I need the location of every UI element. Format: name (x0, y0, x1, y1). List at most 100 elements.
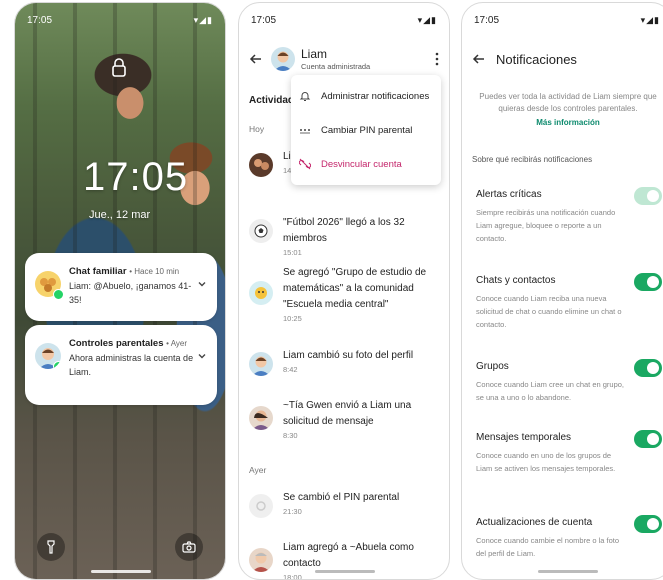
activity-time: 8:42 (283, 365, 298, 374)
activity-item[interactable]: Se agregó "Grupo de estudio de matemátic… (249, 265, 441, 325)
activity-time: 10:25 (283, 314, 302, 323)
day-today: Hoy (249, 124, 265, 134)
notification-text: Ahora administras la cuenta de Liam. (69, 353, 194, 377)
activity-text: ~Tía Gwen envió a Liam una solicitud de … (283, 400, 412, 427)
study-group-emoji-icon (249, 281, 273, 305)
setting-temporary-messages: Mensajes temporales Conoce cuando en uno… (476, 430, 663, 475)
menu-manage-notifications[interactable]: Administrar notificaciones (291, 79, 441, 113)
status-time: 17:05 (251, 15, 277, 26)
account-updates-toggle[interactable] (634, 515, 662, 533)
learn-more-link[interactable]: Más información (472, 117, 663, 129)
app-bar: Notificaciones (462, 41, 663, 77)
status-icons: ▾◢▮ (417, 15, 437, 25)
notification-family-chat[interactable]: Chat familiar • Hace 10 min Liam: @Abuel… (25, 253, 217, 321)
groups-toggle[interactable] (634, 359, 662, 377)
setting-description: Conoce cuando cambie el nombre o la foto… (476, 536, 620, 558)
menu-label: Administrar notificaciones (321, 90, 430, 102)
status-time: 17:05 (474, 15, 500, 26)
lockscreen-phone: 17:05 ▾◢▮ 17:05 Jue., 12 mar Chat famili… (14, 2, 226, 580)
settings-subheading: Sobre qué recibirás notificaciones (472, 155, 593, 164)
setting-chats-contacts: Chats y contactos Conoce cuando Liam rec… (476, 273, 663, 331)
more-options-icon[interactable] (435, 52, 439, 66)
activity-item[interactable]: "Fútbol 2026" llegó a los 32 miembros 15:… (249, 215, 441, 259)
intro-text: Puedes ver toda la actividad de Liam sie… (472, 91, 663, 129)
activity-time: 21:30 (283, 507, 302, 516)
activity-item[interactable]: Liam cambió su foto del perfil 8:42 (249, 348, 441, 376)
notification-text: Liam: @Abuelo, ¡ganamos 41-35! (69, 281, 192, 305)
status-bar: 17:05 ▾◢▮ (474, 15, 660, 26)
contact-name: Liam (301, 47, 328, 61)
setting-description: Siempre recibirás una notificación cuand… (476, 208, 616, 243)
settings-phone: 17:05 ▾◢▮ Notificaciones Puedes ver toda… (461, 2, 663, 580)
activity-text: Liam cambió su foto del perfil (283, 350, 414, 361)
setting-account-updates: Actualizaciones de cuenta Conoce cuando … (476, 515, 663, 560)
notification-title: Controles parentales (69, 338, 164, 349)
avatar-face-icon (274, 51, 292, 71)
activity-item[interactable]: Se cambió el PIN parental 21:30 (249, 490, 441, 518)
chevron-down-icon[interactable] (197, 279, 207, 289)
overflow-menu: Administrar notificaciones Cambiar PIN p… (291, 75, 441, 185)
status-icons: ▾◢▮ (193, 15, 213, 25)
status-icons: ▾◢▮ (640, 15, 660, 25)
unlink-icon (299, 158, 311, 170)
activity-time: 15:01 (283, 248, 302, 257)
home-indicator[interactable] (315, 570, 375, 573)
lock-date: Jue., 12 mar (89, 209, 151, 221)
chevron-down-icon[interactable] (197, 351, 207, 361)
back-arrow-icon[interactable] (472, 52, 486, 66)
activity-text: Se agregó "Grupo de estudio de matemátic… (283, 267, 427, 310)
home-indicator[interactable] (538, 570, 598, 573)
menu-unlink-account[interactable]: Desvincular cuenta (291, 147, 441, 181)
soccer-ball-icon (249, 219, 273, 243)
camera-button[interactable] (175, 533, 203, 561)
bell-icon (299, 92, 311, 101)
critical-alerts-toggle (634, 187, 662, 205)
whatsapp-badge-icon (53, 289, 64, 300)
notification-parental-controls[interactable]: Controles parentales • Ayer Ahora admini… (25, 325, 217, 405)
back-arrow-icon[interactable] (249, 52, 263, 66)
lock-time: 17:05 (83, 155, 189, 199)
app-bar: Liam Cuenta administrada (239, 41, 449, 77)
setting-critical-alerts: Alertas críticas Siempre recibirás una n… (476, 187, 663, 245)
activity-item[interactable]: ~Tía Gwen envió a Liam una solicitud de … (249, 398, 441, 442)
aunt-avatar (249, 406, 273, 430)
group-avatar (35, 271, 64, 300)
setting-groups: Grupos Conoce cuando Liam cree un chat e… (476, 359, 663, 404)
liam-avatar (35, 343, 61, 369)
notification-meta: • Ayer (166, 339, 188, 348)
liam-avatar (249, 352, 273, 376)
notification-title: Chat familiar (69, 266, 127, 277)
group-photo-icon (249, 153, 273, 177)
page-title: Notificaciones (496, 51, 577, 67)
contact-subtitle: Cuenta administrada (301, 62, 371, 71)
liam-avatar[interactable] (271, 47, 295, 71)
grandma-avatar (249, 548, 273, 572)
setting-description: Conoce cuando en uno de los grupos de Li… (476, 451, 616, 473)
status-bar: 17:05 ▾◢▮ (251, 15, 437, 26)
menu-change-pin[interactable]: Cambiar PIN parental (291, 113, 441, 147)
setting-description: Conoce cuando Liam cree un chat en grupo… (476, 380, 625, 402)
pin-dots-icon (300, 129, 310, 134)
activity-text: Liam agregó a ~Abuela como contacto (283, 542, 414, 569)
setting-description: Conoce cuando Liam reciba una nueva soli… (476, 294, 622, 329)
activity-item[interactable]: Liam agregó a ~Abuela como contacto 18:00 (249, 540, 441, 580)
camera-icon (182, 541, 196, 553)
intro-body: Puedes ver toda la actividad de Liam sie… (479, 92, 657, 113)
whatsapp-badge-icon (53, 361, 61, 369)
activity-text: Se cambió el PIN parental (283, 492, 400, 503)
flashlight-icon (47, 540, 55, 554)
status-bar: 17:05 ▾◢▮ (27, 15, 213, 26)
status-time: 17:05 (27, 15, 53, 26)
flashlight-button[interactable] (37, 533, 65, 561)
section-activity: Actividad (249, 95, 295, 106)
activity-time: 18:00 (283, 573, 302, 580)
home-indicator[interactable] (91, 570, 151, 573)
day-yesterday: Ayer (249, 465, 267, 475)
notification-meta: • Hace 10 min (129, 267, 180, 276)
temporary-messages-toggle[interactable] (634, 430, 662, 448)
pin-icon (249, 494, 273, 518)
activity-text: "Fútbol 2026" llegó a los 32 miembros (283, 217, 405, 244)
chats-contacts-toggle[interactable] (634, 273, 662, 291)
activity-phone: 17:05 ▾◢▮ Liam Cuenta administrada Activ… (238, 2, 450, 580)
activity-time: 8:30 (283, 431, 298, 440)
